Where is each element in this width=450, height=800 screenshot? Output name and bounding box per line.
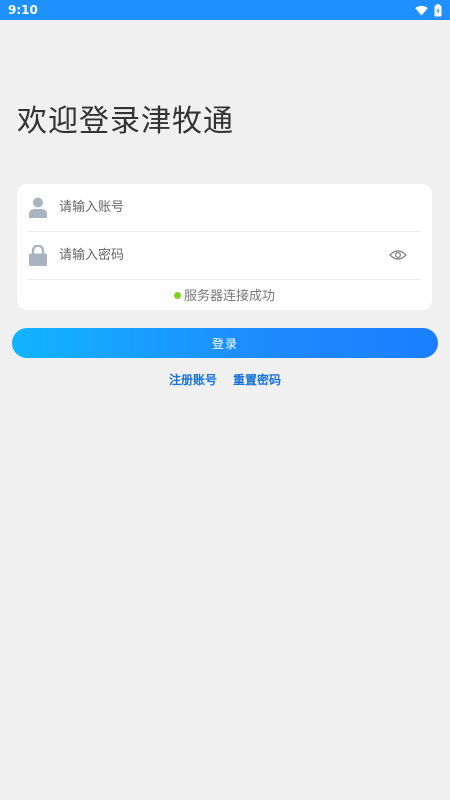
- register-link[interactable]: 注册账号: [169, 371, 217, 388]
- server-status: 服务器连接成功: [17, 285, 432, 304]
- page-title: 欢迎登录津牧通: [17, 104, 234, 139]
- login-button[interactable]: 登录: [12, 328, 438, 358]
- user-icon: [27, 197, 49, 219]
- status-dot-icon: [173, 291, 181, 299]
- account-row: [27, 184, 421, 232]
- password-row: [27, 232, 421, 280]
- reset-password-link[interactable]: 重置密码: [233, 371, 281, 388]
- login-form-card: 服务器连接成功: [17, 184, 432, 310]
- status-bar: 9:10: [0, 0, 450, 20]
- status-icons: [415, 3, 442, 17]
- battery-icon: [434, 3, 442, 16]
- status-time: 9:10: [8, 3, 38, 17]
- lock-icon: [27, 245, 49, 267]
- auth-links: 注册账号 重置密码: [0, 371, 450, 388]
- password-input[interactable]: [59, 240, 359, 271]
- account-input[interactable]: [59, 192, 359, 223]
- wifi-icon: [415, 5, 428, 15]
- eye-icon[interactable]: [389, 246, 407, 264]
- server-status-text: 服务器连接成功: [183, 289, 275, 304]
